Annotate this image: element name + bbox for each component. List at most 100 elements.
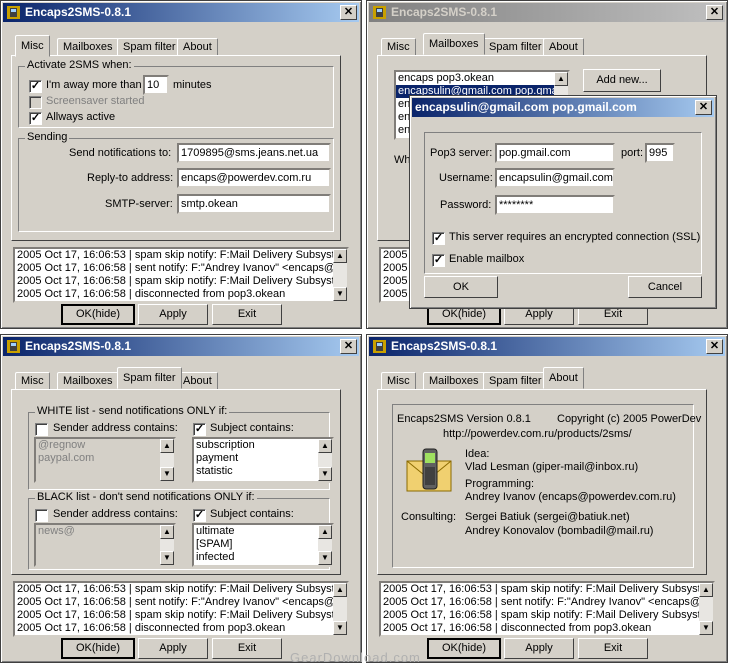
close-icon: ✕ [709,340,720,352]
notify-input[interactable]: 1709895@sms.jeans.net.ua [177,143,331,163]
black-sender-label: Sender address contains: [53,508,178,520]
black-subject-list[interactable]: ultimate [SPAM] infected ▲ ▼ [192,523,334,567]
scroll-down-icon[interactable]: ▼ [699,621,713,635]
enable-mailbox-label: Enable mailbox [449,253,525,265]
scroll-up-icon[interactable]: ▲ [318,439,332,453]
dialog-title-bar[interactable]: encapsulin@gmail.com pop.gmail.com ✕ [412,98,714,117]
tab-misc[interactable]: Misc [15,35,50,57]
title-bar[interactable]: Encaps2SMS-0.8.1 ✕ [369,3,725,22]
log-row: 2005 Oct 17, 16:06:58 | spam skip notify… [17,609,349,621]
screensaver-label: Screensaver started [46,95,145,107]
away-checkbox[interactable]: ✓ [29,80,42,93]
app-icon [7,6,20,19]
dialog-ok-button[interactable]: OK [424,276,498,298]
apply-button[interactable]: Apply [138,304,208,325]
scroll-down-icon[interactable]: ▼ [318,551,332,565]
apply-button[interactable]: Apply [504,638,574,659]
black-list-group: BLACK list - don't send notifications ON… [28,491,334,570]
white-subject-checkbox[interactable]: ✓ [193,423,206,436]
screensaver-checkbox[interactable] [29,96,42,109]
enable-mailbox-checkbox[interactable]: ✓ [432,254,445,267]
list-scrollbar[interactable]: ▲ ▼ [318,525,332,565]
close-button[interactable]: ✕ [706,5,723,20]
apply-button[interactable]: Apply [138,638,208,659]
tab-panel: WHITE list - send notifications ONLY if:… [11,389,341,575]
tab-mailboxes[interactable]: Mailboxes [423,33,485,55]
ssl-checkbox[interactable]: ✓ [432,232,445,245]
log-row: 2005 Oct 17, 16:06:58 | sent notify: F:"… [17,596,349,608]
scroll-up-icon[interactable]: ▲ [333,583,347,597]
exit-button[interactable]: Exit [212,304,282,325]
scroll-down-icon[interactable]: ▼ [333,287,347,301]
list-scrollbar[interactable]: ▲ ▼ [318,439,332,481]
tab-about[interactable]: About [543,367,584,389]
exit-button[interactable]: Exit [578,638,648,659]
scroll-down-icon[interactable]: ▼ [160,551,174,565]
password-input[interactable]: ******** [495,195,615,215]
black-subject-checkbox[interactable]: ✓ [193,509,206,522]
log-row: 2005 Oct 17, 16:06:58 | spam skip notify… [17,275,349,287]
window-misc: Encaps2SMS-0.8.1 ✕ Misc Mailboxes Spam f… [0,0,362,329]
scroll-down-icon[interactable]: ▼ [318,467,332,481]
idea-value: Vlad Lesman (giper-mail@inbox.ru) [465,461,639,473]
log-scrollbar[interactable]: ▲ ▼ [333,249,347,301]
close-icon: ✕ [698,101,709,113]
scroll-up-icon[interactable]: ▲ [160,439,174,453]
pop3-server-input[interactable]: pop.gmail.com [495,143,615,163]
log-scrollbar[interactable]: ▲ ▼ [699,583,713,635]
white-sender-list[interactable]: @regnow paypal.com ▲ ▼ [34,437,176,483]
consulting-value-2: Andrey Konovalov (bombadil@mail.ru) [465,525,654,537]
white-subject-list[interactable]: subscription payment statistic ▲ ▼ [192,437,334,483]
dialog-cancel-button[interactable]: Cancel [628,276,702,298]
password-label: Password: [440,199,492,211]
list-scrollbar[interactable]: ▲ ▼ [160,439,174,481]
scroll-down-icon[interactable]: ▼ [333,621,347,635]
scroll-up-icon[interactable]: ▲ [333,249,347,263]
title-bar[interactable]: Encaps2SMS-0.8.1 ✕ [3,3,359,22]
port-label: port: [621,147,644,159]
scroll-down-icon[interactable]: ▼ [160,467,174,481]
ok-hide-button[interactable]: OK(hide) [61,638,135,659]
scroll-up-icon[interactable]: ▲ [554,72,568,86]
black-sender-list[interactable]: news@ ▲ ▼ [34,523,176,567]
add-new-button[interactable]: Add new... [583,69,661,92]
activate-group: Activate 2SMS when: ✓ I'm away more than… [18,59,334,128]
smtp-input[interactable]: smtp.okean [177,194,331,214]
title-bar[interactable]: Encaps2SMS-0.8.1 ✕ [369,337,725,356]
ok-hide-button[interactable]: OK(hide) [61,304,135,325]
reply-input[interactable]: encaps@powerdev.com.ru [177,168,331,188]
tab-spam-filter[interactable]: Spam filter [117,367,182,389]
log-row: 2005 Oct 17, 16:06:58 | sent notify: F:"… [17,262,349,274]
list-item: payment [196,452,239,464]
white-sender-checkbox[interactable] [35,423,48,436]
scroll-up-icon[interactable]: ▲ [318,525,332,539]
scroll-up-icon[interactable]: ▲ [699,583,713,597]
url-link[interactable]: http://powerdev.com.ru/products/2sms/ [443,428,632,440]
log-row: 2005 Oct 17, 16:06:58 | disconnected fro… [383,622,652,634]
exit-button[interactable]: Exit [212,638,282,659]
log-list[interactable]: 2005 Oct 17, 16:06:53 | spam skip notify… [13,247,349,303]
white-sender-label: Sender address contains: [53,422,178,434]
log-row: 2005 Oct 17, 16:06:53 | spam skip notify… [17,249,349,261]
log-scrollbar[interactable]: ▲ ▼ [333,583,347,635]
scroll-up-icon[interactable]: ▲ [160,525,174,539]
always-active-label: Allways active [46,111,116,123]
username-input[interactable]: encapsulin@gmail.com [495,168,615,188]
log-list[interactable]: 2005 Oct 17, 16:06:53 | spam skip notify… [379,581,715,637]
close-button[interactable]: ✕ [706,339,723,354]
log-list[interactable]: 2005 Oct 17, 16:06:53 | spam skip notify… [13,581,349,637]
ok-hide-button[interactable]: OK(hide) [427,638,501,659]
list-item: @regnow [38,439,86,451]
close-button[interactable]: ✕ [340,5,357,20]
pop3-label: Pop3 server: [430,147,493,159]
app-icon [7,340,20,353]
always-active-checkbox[interactable]: ✓ [29,112,42,125]
port-input[interactable]: 995 [645,143,675,163]
close-button[interactable]: ✕ [340,339,357,354]
dialog-close-button[interactable]: ✕ [695,100,712,115]
list-scrollbar[interactable]: ▲ ▼ [160,525,174,565]
title-bar[interactable]: Encaps2SMS-0.8.1 ✕ [3,337,359,356]
list-item[interactable]: encaps pop3.okean [396,72,568,85]
black-sender-checkbox[interactable] [35,509,48,522]
away-minutes-input[interactable]: 10 [143,75,169,95]
